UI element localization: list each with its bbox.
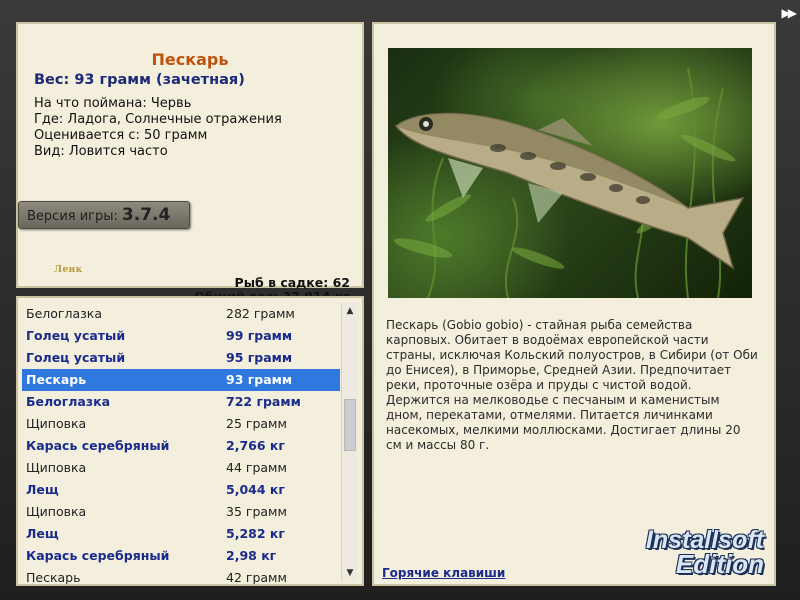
rated-from-text: Оценивается с: 50 грамм [34,128,208,143]
list-item-weight: 42 грамм [226,570,287,585]
fish-title: Пескарь [151,50,229,69]
fish-weight: Вес: 93 грамм (зачетная) [34,72,245,88]
list-item[interactable]: Лещ 5,044 кг [22,479,340,501]
hotkeys-link[interactable]: Горячие клавиши [382,566,505,580]
version-badge: Версия игры: 3.7.4 [18,201,190,229]
list-item-weight: 99 грамм [226,328,293,343]
list-item-weight: 44 грамм [226,460,287,475]
brand-line2: Edition [675,549,764,579]
list-item[interactable]: Белоглазка 282 грамм [22,303,340,325]
list-item[interactable]: Белоглазка 722 грамм [22,391,340,413]
list-item-name: Белоглазка [26,306,102,321]
list-item[interactable]: Щиповка 25 грамм [22,413,340,435]
small-logo: Ленк [54,265,83,275]
caught-on-text: На что поймана: Червь [34,96,192,111]
list-item-weight: 5,044 кг [226,482,285,497]
cage-count: Рыб в садке: 62 [234,275,350,290]
fast-forward-icon: ▶▶ [781,6,798,20]
list-item-weight: 35 грамм [226,504,287,519]
list-item-name: Пескарь [26,372,87,387]
list-item-name: Голец усатый [26,328,126,343]
list-item-name: Карась серебряный [26,438,170,453]
fish-photo [388,48,752,298]
list-item[interactable]: Голец усатый 99 грамм [22,325,340,347]
fish-description: Пескарь (Gobio gobio) - стайная рыба сем… [386,318,758,452]
list-scrollbar[interactable]: ▲ ▼ [341,303,358,581]
list-item[interactable]: Щиповка 44 грамм [22,457,340,479]
list-item-weight: 2,98 кг [226,548,277,563]
location-text: Где: Ладога, Солнечные отражения [34,112,282,127]
list-item[interactable]: Голец усатый 95 грамм [22,347,340,369]
list-item-weight: 95 грамм [226,350,293,365]
list-item[interactable]: Пескарь 42 грамм [22,567,340,585]
list-item[interactable]: Карась серебряный 2,98 кг [22,545,340,567]
version-value: 3.7.4 [121,205,171,225]
fish-info-panel: Пескарь Вес: 93 грамм (зачетная) На что … [16,22,364,304]
fish-image [393,67,745,298]
list-item-name: Голец усатый [26,350,126,365]
list-item-name: Щиповка [26,460,87,475]
kind-text: Вид: Ловится часто [34,144,168,159]
ff-button[interactable]: ▶▶ [781,6,798,20]
installsoft-logo: Installsoft Edition [646,528,764,579]
fish-detail-panel: Пескарь (Gobio gobio) - стайная рыба сем… [372,22,776,586]
list-item-weight: 5,282 кг [226,526,285,541]
list-item-weight: 93 грамм [226,372,293,387]
list-item-name: Лещ [26,482,59,497]
chevron-up-icon[interactable]: ▲ [342,303,358,319]
catch-list[interactable]: Белоглазка 282 грамм Голец усатый 99 грамм Г… [22,303,340,585]
list-item-name: Щиповка [26,416,87,431]
list-item[interactable]: Пескарь 93 грамм [22,369,340,391]
list-item-weight: 2,766 кг [226,438,285,453]
version-label: Версия игры: [27,209,118,224]
list-item[interactable]: Щиповка 35 грамм [22,501,340,523]
scrollbar-thumb[interactable] [344,399,356,451]
catch-list-panel: Белоглазка 282 грамм Голец усатый 99 грамм Г… [16,296,364,586]
list-item-weight: 282 грамм [226,306,295,321]
list-item-name: Щиповка [26,504,87,519]
list-item-weight: 722 грамм [226,394,301,409]
list-item-weight: 25 грамм [226,416,287,431]
list-item[interactable]: Карась серебряный 2,766 кг [22,435,340,457]
list-item-name: Карась серебряный [26,548,170,563]
list-item[interactable]: Лещ 5,282 кг [22,523,340,545]
list-item-name: Лещ [26,526,59,541]
chevron-down-icon[interactable]: ▼ [342,565,358,581]
list-item-name: Белоглазка [26,394,111,409]
list-item-name: Пескарь [26,570,81,585]
